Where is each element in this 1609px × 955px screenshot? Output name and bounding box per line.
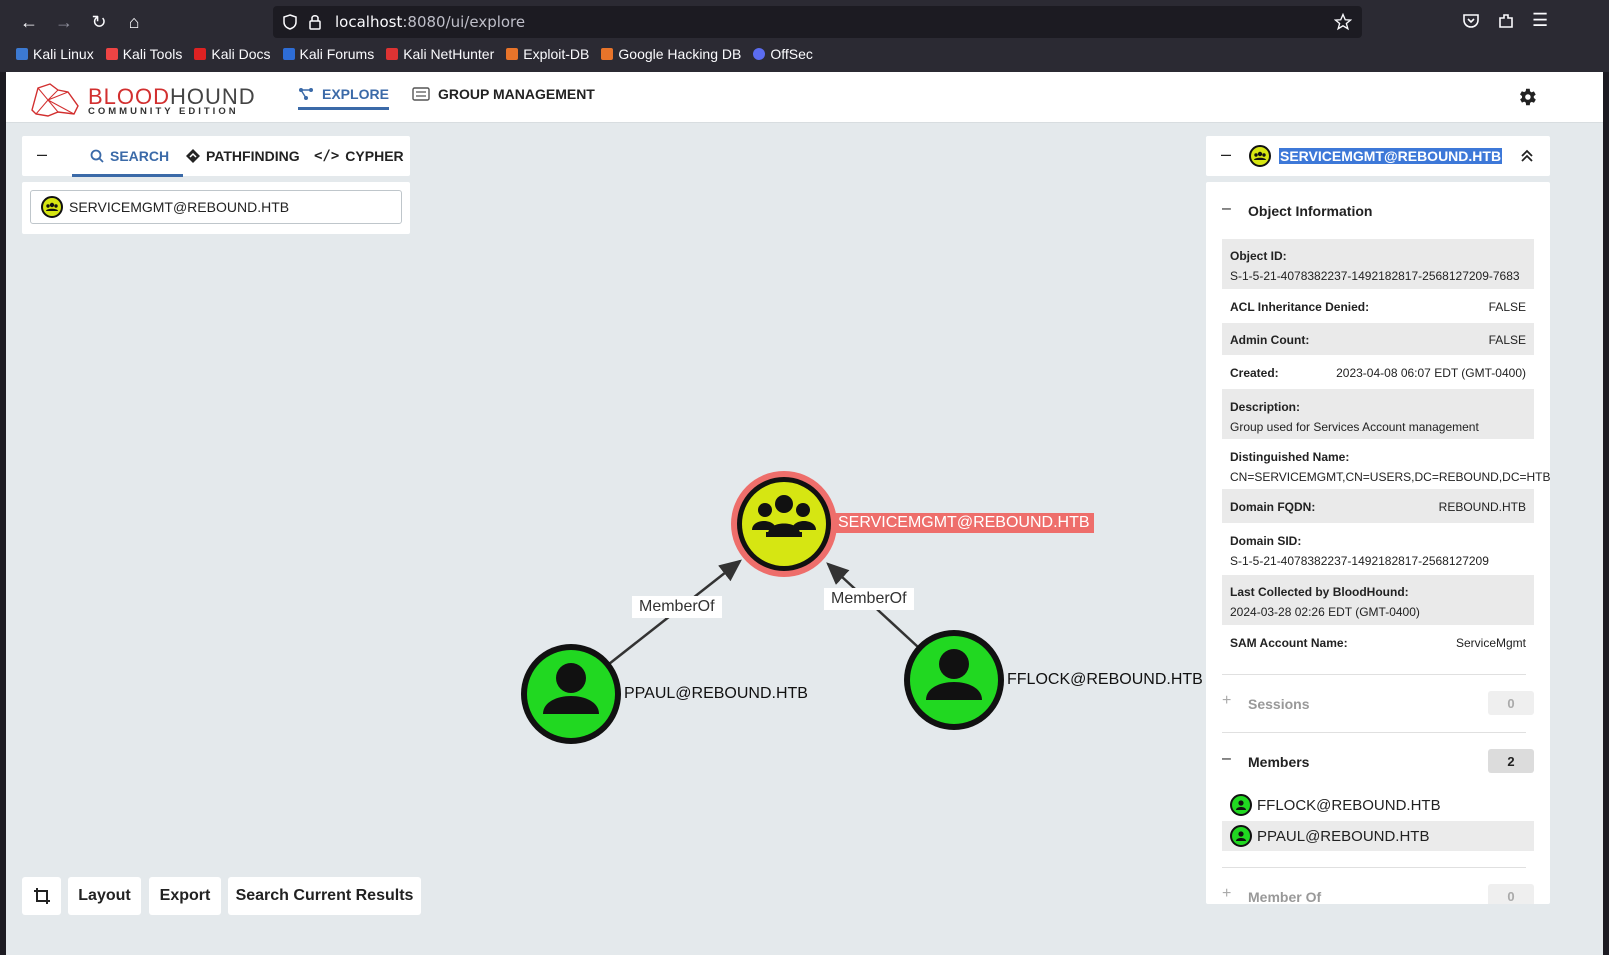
node-label-servicemgmt[interactable]: SERVICEMGMT@REBOUND.HTB (834, 513, 1094, 533)
bookmark-google-hacking-db[interactable]: Google Hacking DB (601, 46, 741, 62)
collapse-icon[interactable]: – (1222, 750, 1231, 768)
prop-domain-fqdn: Domain FQDN: REBOUND.HTB (1222, 489, 1534, 523)
pathfinding-icon (186, 149, 200, 163)
bookmark-exploit-db[interactable]: Exploit-DB (506, 46, 589, 62)
entity-panel-body: – Object Information Object ID: S-1-5-21… (1206, 182, 1550, 904)
members-count: 2 (1488, 749, 1534, 773)
bookmark-kali-nethunter[interactable]: Kali NetHunter (386, 46, 494, 62)
bookmarks-bar: Kali Linux Kali Tools Kali Docs Kali For… (16, 46, 813, 62)
expand-icon[interactable]: + (1222, 692, 1231, 710)
user-icon (1230, 794, 1252, 816)
entity-title: SERVICEMGMT@REBOUND.HTB (1279, 148, 1503, 164)
tab-cypher[interactable]: </> CYPHER (314, 148, 404, 164)
user-icon (1230, 825, 1252, 847)
browser-chrome: ← → ↻ ⌂ localhost:8080/ui/explore ☰ Kali… (0, 0, 1609, 72)
tab-search[interactable]: SEARCH (71, 148, 184, 177)
sessions-count: 0 (1488, 691, 1534, 715)
node-label-ppaul[interactable]: PPAUL@REBOUND.HTB (624, 685, 808, 703)
bloodhound-app: BLOODHOUND COMMUNITY EDITION EXPLORE GRO… (6, 72, 1603, 955)
prop-acl-inheritance: ACL Inheritance Denied: FALSE (1230, 300, 1526, 314)
member-item[interactable]: FFLOCK@REBOUND.HTB (1222, 790, 1534, 820)
kali-icon (16, 48, 28, 60)
bookmark-kali-linux[interactable]: Kali Linux (16, 46, 94, 62)
chevron-up-icon[interactable] (1520, 149, 1534, 163)
export-button[interactable]: Export (149, 877, 221, 915)
prop-domain-sid: Domain SID: S-1-5-21-4078382237-14921828… (1230, 534, 1489, 568)
star-icon[interactable] (1334, 13, 1352, 31)
node-label-fflock[interactable]: FFLOCK@REBOUND.HTB (1007, 671, 1203, 689)
prop-last-collected: Last Collected by BloodHound: 2024-03-28… (1222, 575, 1534, 625)
url-bar[interactable]: localhost:8080/ui/explore (273, 6, 1362, 38)
crop-icon (33, 888, 50, 904)
divider (1222, 732, 1526, 733)
member-item[interactable]: PPAUL@REBOUND.HTB (1222, 821, 1534, 851)
member-of-title[interactable]: Member Of (1248, 889, 1321, 904)
search-icon (90, 149, 104, 163)
back-icon[interactable]: ← (15, 8, 43, 36)
prop-description: Description: Group used for Services Acc… (1222, 389, 1534, 439)
collapse-icon[interactable]: – (37, 144, 47, 165)
pocket-icon[interactable] (1462, 12, 1480, 30)
lock-icon (309, 15, 321, 30)
shield-icon (283, 14, 297, 30)
bookmark-kali-docs[interactable]: Kali Docs (194, 46, 271, 62)
collapse-icon[interactable]: – (1222, 200, 1231, 218)
sessions-title[interactable]: Sessions (1248, 696, 1309, 712)
kali-forums-icon (282, 48, 295, 60)
object-information-title[interactable]: Object Information (1248, 203, 1372, 219)
node-servicemgmt[interactable] (731, 471, 837, 577)
layout-button[interactable]: Layout (68, 877, 141, 915)
collapse-icon[interactable]: – (1221, 144, 1231, 165)
forward-icon[interactable]: → (50, 8, 78, 36)
prop-created: Created: 2023-04-08 06:07 EDT (GMT-0400) (1230, 366, 1526, 380)
divider (1222, 674, 1526, 675)
search-panel-header: – SEARCH PATHFINDING </> CYPHER (22, 136, 410, 177)
offsec-icon (753, 48, 766, 60)
bookmark-kali-tools[interactable]: Kali Tools (105, 46, 182, 62)
members-title[interactable]: Members (1248, 754, 1309, 770)
crop-button[interactable] (22, 877, 61, 915)
prop-distinguished-name: Distinguished Name: CN=SERVICEMGMT,CN=US… (1230, 450, 1550, 484)
tab-pathfinding[interactable]: PATHFINDING (186, 148, 300, 164)
search-input[interactable]: SERVICEMGMT@REBOUND.HTB (30, 190, 402, 224)
kali-tools-icon (105, 48, 118, 60)
prop-sam-account-name: SAM Account Name: ServiceMgmt (1230, 636, 1526, 650)
edge-label[interactable]: MemberOf (824, 588, 914, 610)
group-icon (41, 196, 63, 218)
edge-label[interactable]: MemberOf (632, 596, 722, 618)
bookmark-offsec[interactable]: OffSec (753, 46, 813, 62)
search-current-results-button[interactable]: Search Current Results (228, 877, 421, 915)
code-icon: </> (314, 148, 340, 164)
node-fflock[interactable] (904, 630, 1004, 730)
exploit-db-icon (506, 48, 519, 60)
prop-admin-count: Admin Count: FALSE (1222, 323, 1534, 355)
member-of-count: 0 (1488, 884, 1534, 904)
bookmark-kali-forums[interactable]: Kali Forums (282, 46, 374, 62)
node-ppaul[interactable] (521, 644, 621, 744)
menu-icon[interactable]: ☰ (1532, 10, 1548, 31)
expand-icon[interactable]: + (1222, 885, 1231, 903)
search-panel-body: SERVICEMGMT@REBOUND.HTB (22, 182, 410, 234)
nethunter-icon (386, 48, 399, 60)
divider (1222, 867, 1526, 868)
url-text: localhost:8080/ui/explore (335, 13, 526, 31)
home-icon[interactable]: ⌂ (120, 8, 148, 36)
extensions-icon[interactable] (1497, 12, 1515, 30)
ghdb-icon (601, 48, 614, 60)
prop-object-id: Object ID: S-1-5-21-4078382237-149218281… (1222, 239, 1534, 289)
kali-docs-icon (194, 48, 207, 60)
entity-panel-header: – SERVICEMGMT@REBOUND.HTB (1206, 136, 1550, 176)
group-icon (1249, 145, 1271, 167)
reload-icon[interactable]: ↻ (85, 8, 113, 36)
